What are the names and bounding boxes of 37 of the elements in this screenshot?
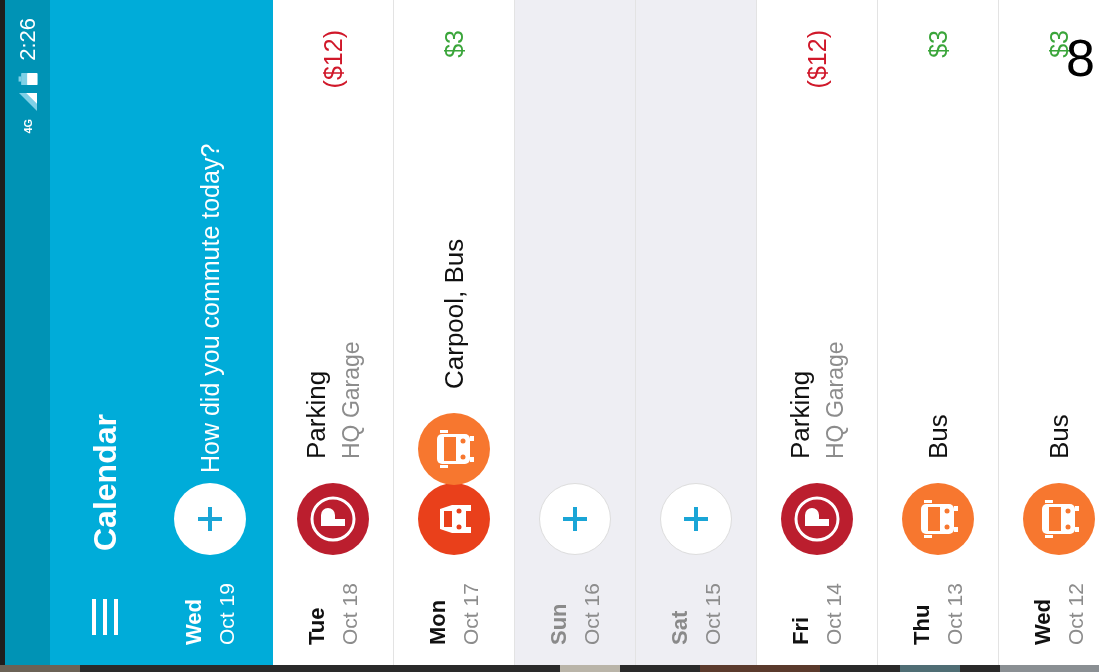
weekday-label: Mon	[425, 598, 451, 645]
date-label: Oct 17	[459, 582, 483, 645]
battery-icon	[17, 72, 38, 85]
date-label: Oct 12	[1064, 582, 1088, 645]
weekday-label: Sat	[667, 609, 693, 645]
commute-title: Bus	[1043, 413, 1075, 459]
date-label: Oct 16	[580, 582, 604, 645]
amount-label: ($12)	[318, 30, 348, 89]
date-label: Oct 18	[338, 582, 362, 645]
amount-label: $3	[439, 30, 469, 58]
commute-title: Bus	[922, 413, 954, 459]
date-label: Oct 14	[822, 582, 846, 645]
date-label: Oct 19	[215, 582, 239, 645]
weekday-label: Fri	[788, 615, 814, 645]
commute-title: Parking	[301, 369, 332, 459]
date-label: Oct 13	[943, 582, 967, 645]
menu-icon[interactable]	[92, 599, 118, 635]
commute-title: Carpool, Bus	[438, 237, 470, 389]
location-label: HQ Garage	[822, 340, 849, 459]
plus-icon	[195, 504, 225, 534]
weekday-label: Thu	[909, 603, 935, 645]
weekday-label: Sun	[546, 602, 572, 645]
clock-time: 2:26	[14, 18, 41, 61]
network-label: 4G	[21, 118, 34, 134]
signal-icon	[18, 92, 37, 111]
date-label: Oct 15	[701, 582, 725, 645]
commute-title: Parking	[785, 369, 816, 459]
weekday-label: Wed	[181, 597, 207, 645]
commute-prompt: How did you commute today?	[195, 143, 225, 473]
amount-label: ($12)	[802, 30, 832, 89]
weekday-label: Tue	[304, 606, 330, 645]
weekday-label: Wed	[1030, 597, 1056, 645]
plus-icon	[681, 504, 711, 534]
app-title: Calendar	[86, 414, 124, 551]
amount-label: $3	[923, 30, 953, 58]
plus-icon	[560, 504, 590, 534]
location-label: HQ Garage	[338, 340, 365, 459]
